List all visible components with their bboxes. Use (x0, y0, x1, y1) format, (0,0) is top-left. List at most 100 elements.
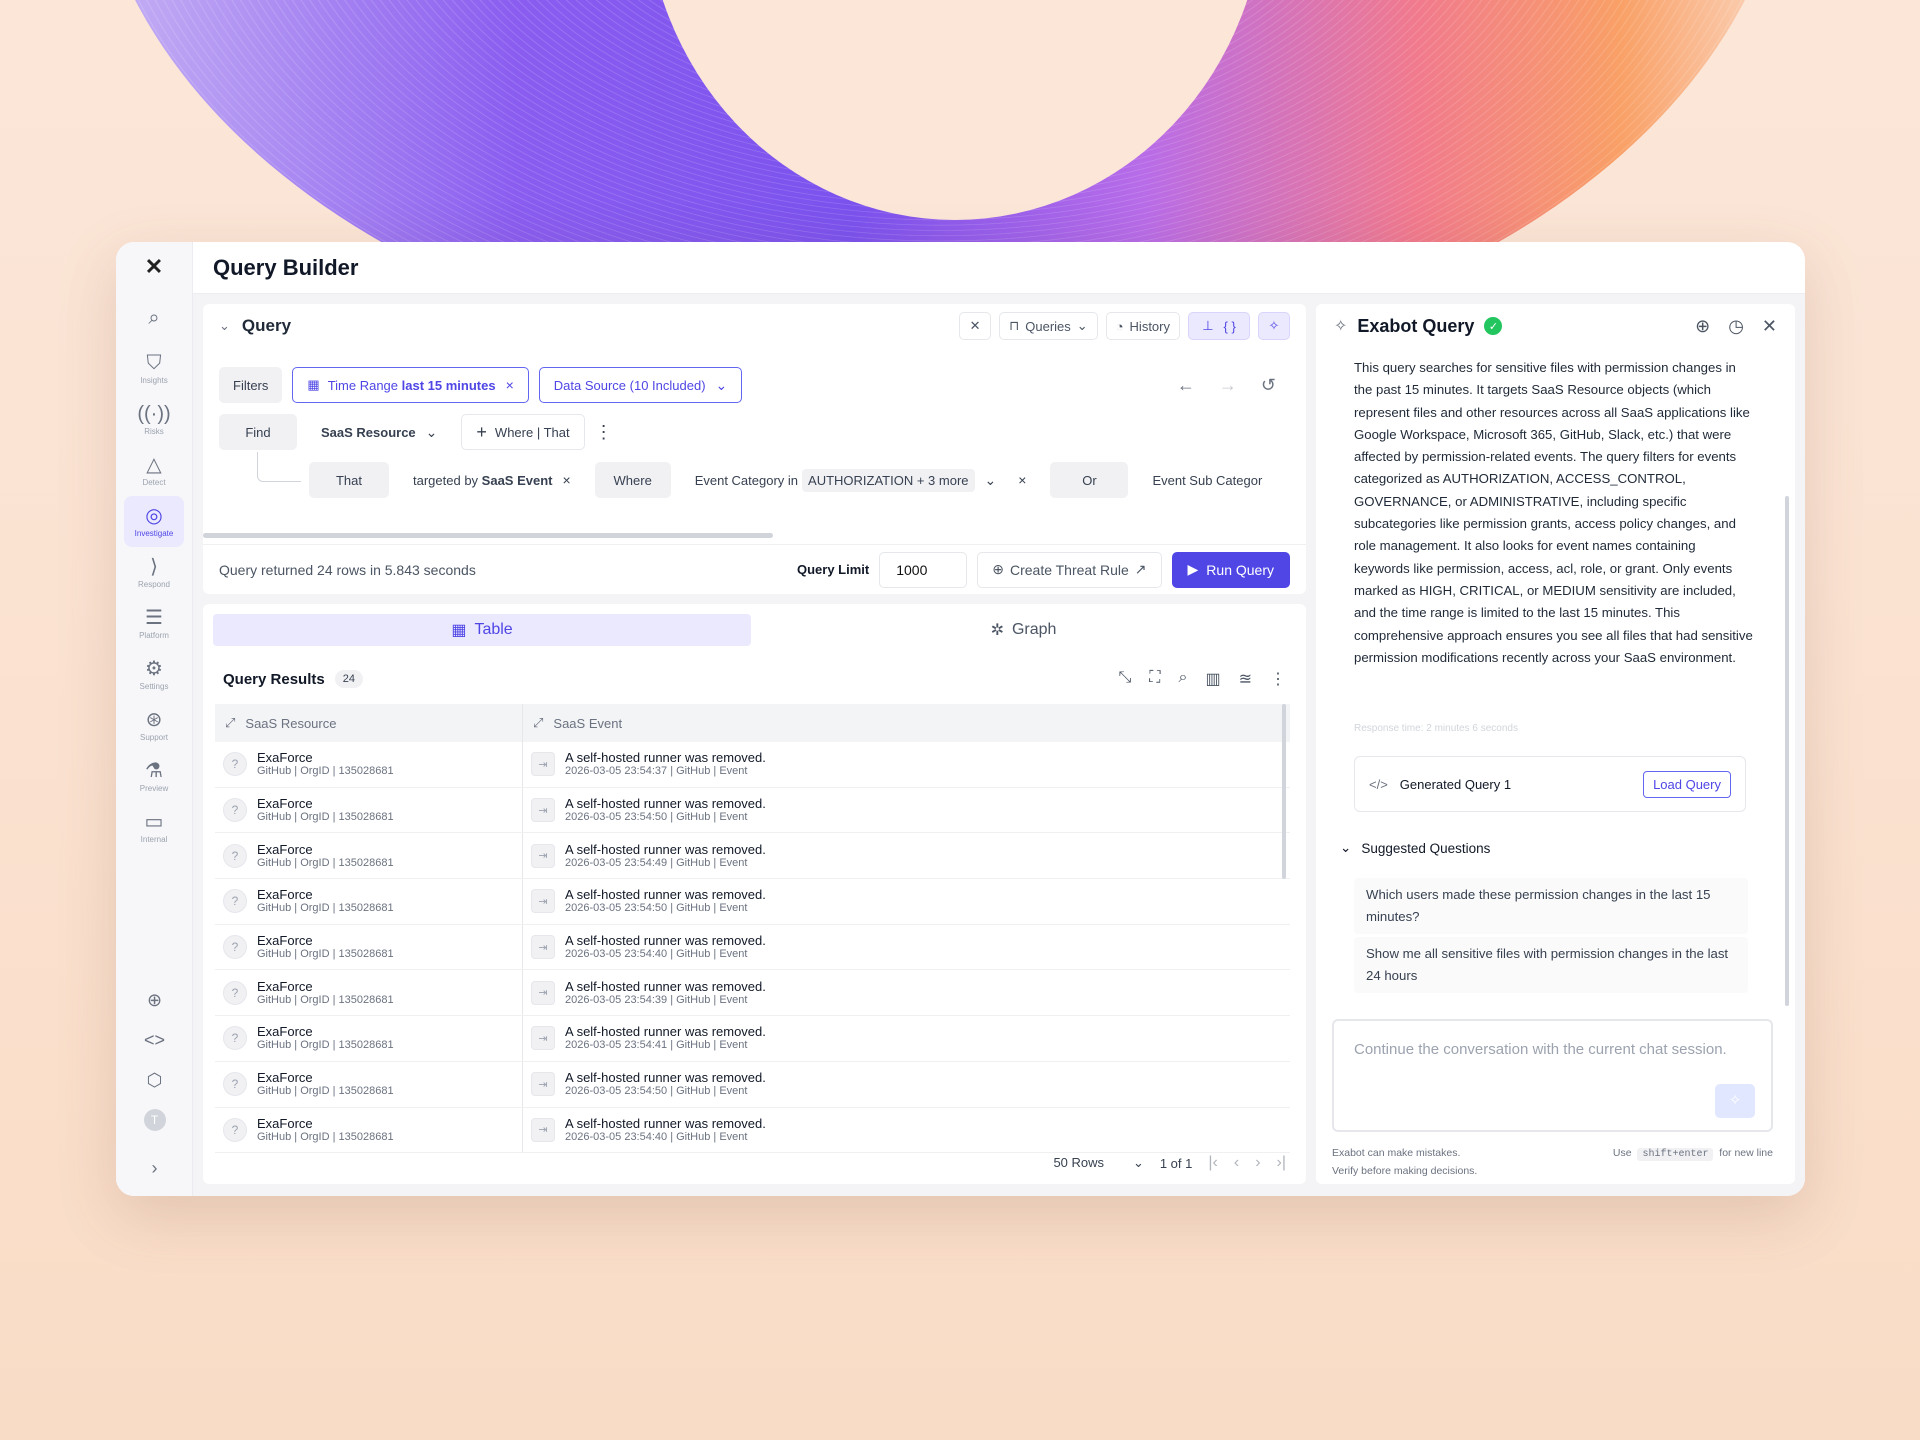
reset-icon[interactable]: ↺ (1261, 375, 1276, 396)
column-header-saas-event[interactable]: ⤢ SaaS Event (523, 704, 1290, 742)
collapse-icon[interactable]: ⤡ (1118, 669, 1131, 689)
cell-saas-resource[interactable]: ? ExaForce GitHub | OrgID | 135028681 (215, 970, 523, 1016)
cell-saas-event[interactable]: ⇥ A self-hosted runner was removed. 2026-0… (523, 1062, 1290, 1107)
where-that-button[interactable]: + Where | That (461, 414, 585, 450)
find-entity-select[interactable]: SaaS Resource ⌄ (307, 414, 452, 450)
load-query-button[interactable]: Load Query (1643, 770, 1731, 798)
cell-saas-resource[interactable]: ? ExaForce GitHub | OrgID | 135028681 (215, 1061, 523, 1107)
event-icon: ⇥ (531, 798, 555, 823)
table-row[interactable]: ? ExaForce GitHub | OrgID | 135028681 ⇥ A se… (215, 1107, 1290, 1154)
arrow-right-icon[interactable]: → (1219, 375, 1237, 396)
user-avatar[interactable]: T (116, 1100, 193, 1140)
event-sub-category-chip[interactable]: Event Sub Categor (1138, 462, 1263, 498)
panel-scrollbar[interactable] (1785, 496, 1789, 1006)
arrow-left-icon[interactable]: ← (1177, 375, 1195, 396)
suggested-questions-toggle[interactable]: ⌄ Suggested Questions (1340, 840, 1490, 856)
cell-saas-resource[interactable]: ? ExaForce GitHub | OrgID | 135028681 (215, 879, 523, 924)
cell-saas-resource[interactable]: ? ExaForce GitHub | OrgID | 135028681 (215, 787, 523, 833)
expand-rail-icon[interactable]: › (116, 1140, 193, 1196)
suggested-question[interactable]: Show me all sensitive files with permiss… (1354, 937, 1748, 993)
table-row[interactable]: ? ExaForce GitHub | OrgID | 135028681 ⇥ A se… (215, 1016, 1290, 1062)
last-page-icon[interactable]: ›| (1277, 1154, 1286, 1172)
results-panel: ▦ Table ✲ Graph Query Results 24 ⤡ ⛶ ⌕ ▥ ≊… (203, 604, 1306, 1184)
chat-input[interactable]: Continue the conversation with the curre… (1332, 1019, 1773, 1132)
rail-item-support[interactable]: ⊛ Support (124, 700, 184, 751)
code-icon[interactable]: <> (116, 1020, 193, 1060)
column-header-saas-resource[interactable]: ⤢ SaaS Resource (215, 704, 523, 742)
horizontal-scrollbar[interactable] (203, 533, 773, 538)
tab-table[interactable]: ▦ Table (213, 614, 751, 646)
table-row[interactable]: ? ExaForce GitHub | OrgID | 135028681 ⇥ A se… (215, 924, 1290, 971)
data-source-chip[interactable]: Data Source (10 Included) ⌄ (538, 367, 743, 403)
query-limit-input[interactable]: 1000 (879, 551, 968, 588)
send-magic-icon[interactable]: ✧ (1715, 1084, 1755, 1118)
rows-per-page-select[interactable]: 50 Rows ⌄ (1053, 1155, 1143, 1171)
expand-icon[interactable]: ⤢ (533, 715, 543, 731)
vertical-scrollbar[interactable] (1282, 704, 1286, 879)
rail-item-risks[interactable]: ((·)) Risks (124, 394, 184, 445)
cell-saas-event[interactable]: ⇥ A self-hosted runner was removed. 2026-0… (523, 879, 1290, 924)
history-icon[interactable]: ◷ (1728, 316, 1744, 337)
cell-saas-event[interactable]: ⇥ A self-hosted runner was removed. 2026-0… (523, 970, 1290, 1015)
first-page-icon[interactable]: |‹ (1208, 1154, 1217, 1172)
suggested-question[interactable]: Which users made these permission change… (1354, 878, 1748, 934)
cube-icon[interactable]: ⬡ (116, 1060, 193, 1100)
columns-icon[interactable]: ▥ (1205, 669, 1220, 689)
cell-saas-resource[interactable]: ? ExaForce GitHub | OrgID | 135028681 (215, 1016, 523, 1061)
cell-saas-resource[interactable]: ? ExaForce GitHub | OrgID | 135028681 (215, 833, 523, 879)
rail-item-respond[interactable]: ⟩ Respond (124, 547, 184, 598)
rail-item-insights[interactable]: ⛉ Insights (124, 343, 184, 394)
next-page-icon[interactable]: › (1255, 1154, 1260, 1172)
targeted-by-chip[interactable]: targeted by SaaS Event × (399, 462, 585, 498)
collapse-chevron-icon[interactable]: ⌄ (219, 318, 230, 334)
close-icon[interactable]: × (1018, 472, 1026, 488)
cell-saas-resource[interactable]: ? ExaForce GitHub | OrgID | 135028681 (215, 1107, 523, 1153)
time-range-chip[interactable]: ▦ Time Range last 15 minutes × (292, 367, 529, 403)
rail-item-investigate[interactable]: ◎ Investigate (124, 496, 184, 547)
history-button[interactable]: ◔ History (1105, 312, 1180, 340)
expand-icon[interactable]: ⤢ (225, 715, 235, 731)
cell-saas-resource[interactable]: ? ExaForce GitHub | OrgID | 135028681 (215, 742, 523, 787)
cell-saas-event[interactable]: ⇥ A self-hosted runner was removed. 2026-0… (523, 788, 1290, 833)
fullscreen-icon[interactable]: ⛶ (1149, 669, 1160, 689)
exaforce-logo-icon[interactable]: ✕ (116, 242, 192, 292)
rail-item-detect[interactable]: △ Detect (124, 445, 184, 496)
search-icon[interactable]: ⌕ (1179, 669, 1188, 689)
table-row[interactable]: ? ExaForce GitHub | OrgID | 135028681 ⇥ A se… (215, 1061, 1290, 1108)
cell-saas-event[interactable]: ⇥ A self-hosted runner was removed. 2026-0… (523, 833, 1290, 878)
prev-page-icon[interactable]: ‹ (1234, 1154, 1239, 1172)
rail-item-preview[interactable]: ⚗ Preview (124, 751, 184, 802)
create-threat-rule-button[interactable]: ⊕ Create Threat Rule ↗ (977, 551, 1162, 588)
view-toggle[interactable]: ⊥ { } (1188, 312, 1250, 340)
table-row[interactable]: ? ExaForce GitHub | OrgID | 135028681 ⇥ A se… (215, 970, 1290, 1017)
more-vertical-icon[interactable]: ⋮ (1270, 669, 1286, 689)
cell-saas-event[interactable]: ⇥ A self-hosted runner was removed. 2026-0… (523, 1108, 1290, 1153)
table-row[interactable]: ? ExaForce GitHub | OrgID | 135028681 ⇥ A se… (215, 742, 1290, 788)
event-category-chip[interactable]: Event Category in AUTHORIZATION + 3 more ⌄… (680, 462, 1041, 498)
hint-key: shift+enter (1637, 1148, 1714, 1161)
find-row: Find SaaS Resource ⌄ + Where | That ⋮ (219, 414, 613, 450)
queries-button[interactable]: ⊓ Queries ⌄ (999, 312, 1098, 340)
table-row[interactable]: ? ExaForce GitHub | OrgID | 135028681 ⇥ A se… (215, 833, 1290, 880)
table-row[interactable]: ? ExaForce GitHub | OrgID | 135028681 ⇥ A se… (215, 879, 1290, 925)
close-icon[interactable]: × (563, 472, 571, 488)
table-row[interactable]: ? ExaForce GitHub | OrgID | 135028681 ⇥ A se… (215, 787, 1290, 834)
cell-saas-event[interactable]: ⇥ A self-hosted runner was removed. 2026-0… (523, 742, 1290, 787)
exaforce-mode-icon[interactable]: ✕ (959, 312, 992, 340)
cell-saas-resource[interactable]: ? ExaForce GitHub | OrgID | 135028681 (215, 924, 523, 970)
rail-item-platform[interactable]: ☰ Platform (124, 598, 184, 649)
rail-item-search[interactable]: ⌕ (124, 292, 184, 343)
close-icon[interactable]: ✕ (1762, 316, 1777, 337)
rail-item-internal[interactable]: ▭ Internal (124, 802, 184, 853)
run-query-button[interactable]: ▶ Run Query (1171, 551, 1290, 588)
new-chat-icon[interactable]: ⊕ (1695, 316, 1710, 337)
magic-wand-icon[interactable]: ✧ (1258, 312, 1290, 340)
add-chat-icon[interactable]: ⊕ (116, 980, 193, 1020)
more-vertical-icon[interactable]: ⋮ (595, 422, 613, 443)
close-icon[interactable]: × (506, 377, 514, 393)
density-icon[interactable]: ≊ (1239, 669, 1252, 689)
rail-item-settings[interactable]: ⚙ Settings (124, 649, 184, 700)
cell-saas-event[interactable]: ⇥ A self-hosted runner was removed. 2026-0… (523, 925, 1290, 970)
tab-graph[interactable]: ✲ Graph (751, 614, 1296, 646)
cell-saas-event[interactable]: ⇥ A self-hosted runner was removed. 2026-0… (523, 1016, 1290, 1061)
